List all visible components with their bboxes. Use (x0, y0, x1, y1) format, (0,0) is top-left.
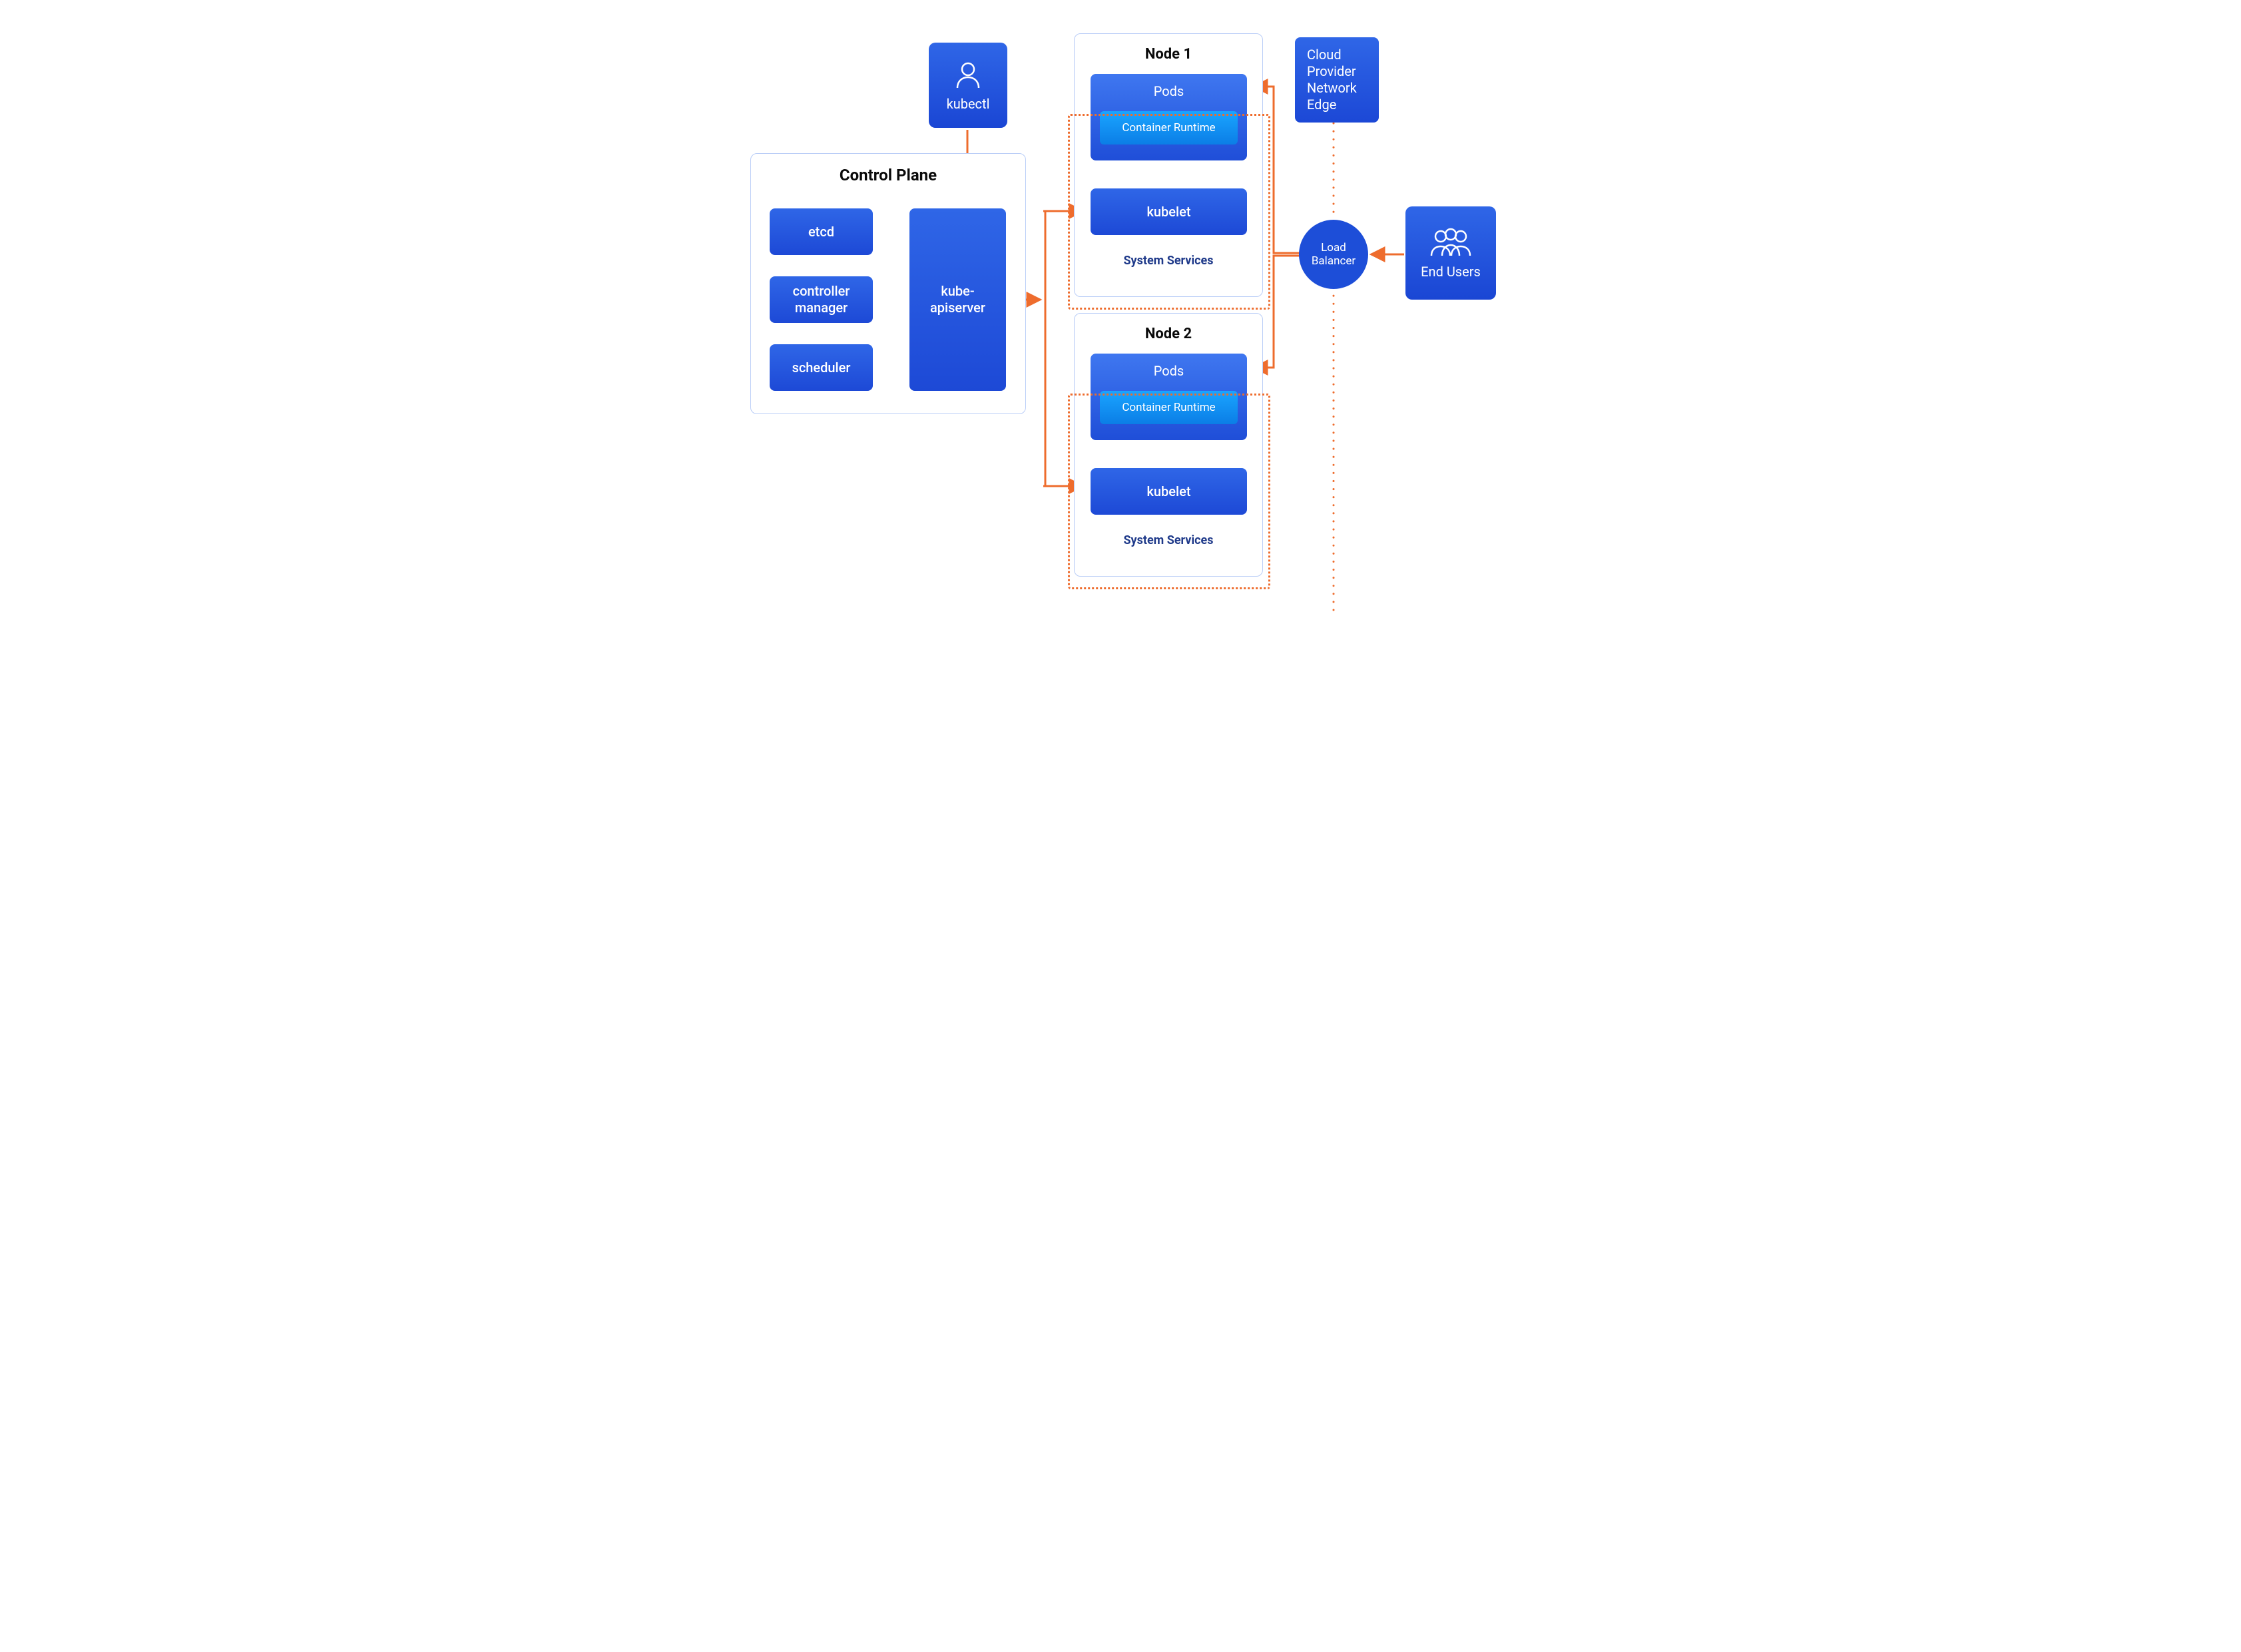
node-2-panel: Node 2 Pods Container Runtime kubelet Sy… (1074, 313, 1263, 577)
controller-manager-label: controller manager (793, 283, 850, 316)
kubectl-label: kubectl (947, 96, 990, 112)
etcd-label: etcd (808, 224, 834, 240)
kube-apiserver-card: kube- apiserver (909, 208, 1006, 391)
node-1-container-runtime-card: Container Runtime (1100, 111, 1238, 144)
node-1-kubelet-card: kubelet (1091, 188, 1247, 235)
control-plane-panel: Control Plane etcd controller manager sc… (750, 153, 1026, 414)
users-icon (1427, 226, 1474, 258)
control-plane-title: Control Plane (751, 166, 1025, 184)
node-1-pods-label: Pods (1091, 74, 1247, 106)
node-1-pods-card: Pods Container Runtime (1091, 74, 1247, 160)
end-users-card: End Users (1405, 206, 1496, 300)
cloud-edge-label: Cloud Provider Network Edge (1307, 47, 1357, 113)
diagram-stage: kubectl Control Plane etcd controller ma… (694, 0, 1547, 629)
node-2-kubelet-card: kubelet (1091, 468, 1247, 515)
node-1-panel: Node 1 Pods Container Runtime kubelet Sy… (1074, 33, 1263, 297)
kubectl-card: kubectl (929, 43, 1007, 128)
scheduler-label: scheduler (792, 360, 851, 376)
scheduler-card: scheduler (770, 344, 873, 391)
user-icon (952, 59, 984, 91)
node-1-title: Node 1 (1075, 46, 1262, 63)
load-balancer-node: Load Balancer (1299, 220, 1368, 289)
kube-apiserver-label: kube- apiserver (930, 283, 985, 316)
cloud-edge-card: Cloud Provider Network Edge (1295, 37, 1379, 123)
node-2-pods-card: Pods Container Runtime (1091, 354, 1247, 440)
controller-manager-card: controller manager (770, 276, 873, 323)
node-2-container-runtime-card: Container Runtime (1100, 391, 1238, 424)
node-1-system-services-label: System Services (1075, 254, 1262, 268)
node-1-container-runtime-label: Container Runtime (1122, 121, 1215, 135)
node-2-container-runtime-label: Container Runtime (1122, 401, 1215, 414)
node-2-system-services-label: System Services (1075, 533, 1262, 547)
node-2-title: Node 2 (1075, 326, 1262, 342)
load-balancer-label: Load Balancer (1312, 241, 1356, 268)
node-2-pods-label: Pods (1091, 354, 1247, 386)
node-1-kubelet-label: kubelet (1147, 204, 1191, 220)
etcd-card: etcd (770, 208, 873, 255)
node-2-kubelet-label: kubelet (1147, 483, 1191, 500)
end-users-label: End Users (1421, 264, 1481, 280)
